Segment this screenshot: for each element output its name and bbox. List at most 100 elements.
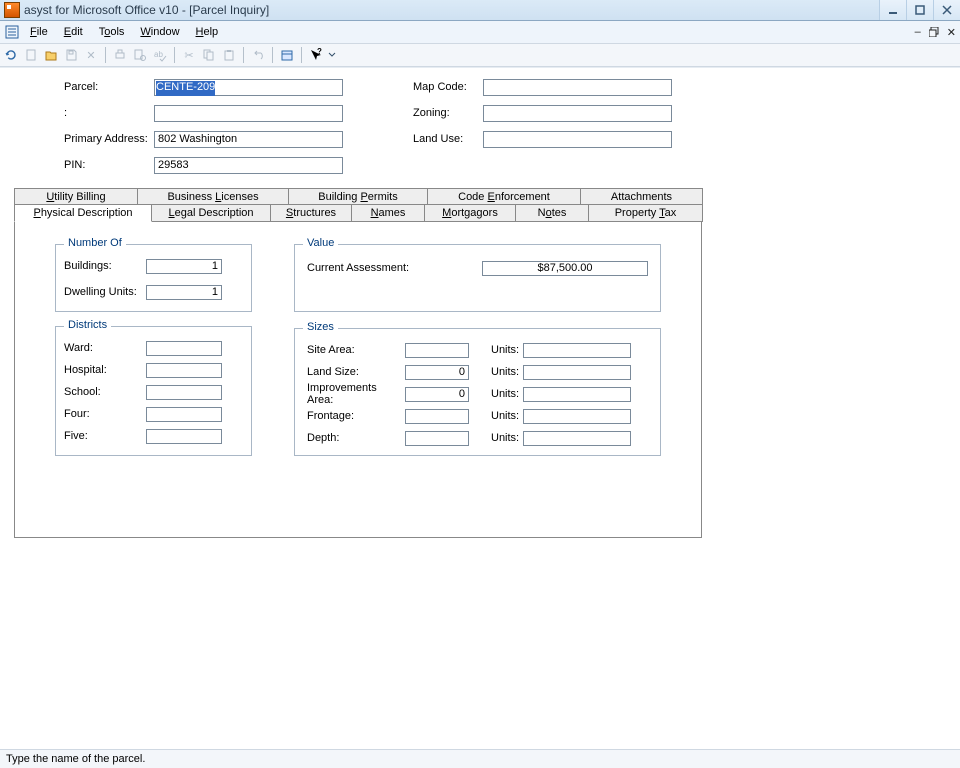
delete-icon[interactable]: ✕ bbox=[82, 46, 100, 64]
frontage-units-label: Units: bbox=[491, 410, 523, 422]
frontage-label: Frontage: bbox=[307, 410, 405, 422]
assessment-value[interactable]: $87,500.00 bbox=[482, 261, 648, 276]
five-label: Five: bbox=[64, 430, 146, 442]
tab-legal-description[interactable]: Legal Description bbox=[151, 205, 271, 222]
map-code-label: Map Code: bbox=[413, 81, 483, 93]
pin-input[interactable] bbox=[154, 157, 343, 174]
tab-code-enforcement[interactable]: Code Enforcement bbox=[427, 188, 581, 205]
primary-address-label: Primary Address: bbox=[64, 133, 154, 145]
window-title: asyst for Microsoft Office v10 - [Parcel… bbox=[24, 3, 269, 17]
improvements-units[interactable] bbox=[523, 387, 631, 402]
tab-property-tax[interactable]: Property Tax bbox=[588, 205, 703, 222]
improvements-value[interactable]: 0 bbox=[405, 387, 469, 402]
spellcheck-icon[interactable]: ab bbox=[151, 46, 169, 64]
menu-tools[interactable]: Tools bbox=[91, 21, 133, 43]
mdi-close-button[interactable]: ✕ bbox=[945, 26, 958, 39]
menubar: File Edit Tools Window Help – ✕ bbox=[0, 21, 960, 44]
mdi-minimize-button[interactable]: – bbox=[913, 26, 923, 38]
hospital-value[interactable] bbox=[146, 363, 222, 378]
land-size-label: Land Size: bbox=[307, 366, 405, 378]
tab-structures[interactable]: Structures bbox=[270, 205, 352, 222]
refresh-icon[interactable] bbox=[2, 46, 20, 64]
land-use-input[interactable] bbox=[483, 131, 672, 148]
five-value[interactable] bbox=[146, 429, 222, 444]
undo-icon[interactable] bbox=[249, 46, 267, 64]
blank-label: : bbox=[64, 107, 154, 119]
frontage-units[interactable] bbox=[523, 409, 631, 424]
primary-address-input[interactable] bbox=[154, 131, 343, 148]
dwelling-label: Dwelling Units: bbox=[64, 286, 146, 298]
cut-icon[interactable]: ✂ bbox=[180, 46, 198, 64]
site-area-units-label: Units: bbox=[491, 344, 523, 356]
value-legend: Value bbox=[303, 237, 338, 249]
four-label: Four: bbox=[64, 408, 146, 420]
menu-file[interactable]: File bbox=[22, 21, 56, 43]
tab-attachments[interactable]: Attachments bbox=[580, 188, 703, 205]
print-icon[interactable] bbox=[111, 46, 129, 64]
status-message: Type the name of the parcel. bbox=[6, 753, 145, 765]
mdi-doc-icon[interactable] bbox=[2, 22, 22, 42]
four-value[interactable] bbox=[146, 407, 222, 422]
site-area-label: Site Area: bbox=[307, 344, 405, 356]
tab-utility-billing[interactable]: Utility Billing bbox=[14, 188, 138, 205]
tab-notes[interactable]: Notes bbox=[515, 205, 589, 222]
number-of-legend: Number Of bbox=[64, 237, 126, 249]
tab-mortgagors[interactable]: Mortgagors bbox=[424, 205, 516, 222]
parcel-value: CENTE-209 bbox=[156, 81, 215, 96]
ward-value[interactable] bbox=[146, 341, 222, 356]
zoning-label: Zoning: bbox=[413, 107, 483, 119]
menu-window[interactable]: Window bbox=[132, 21, 187, 43]
site-area-value[interactable] bbox=[405, 343, 469, 358]
blank-input[interactable] bbox=[154, 105, 343, 122]
whats-this-icon[interactable]: ? bbox=[307, 46, 325, 64]
parcel-input[interactable]: CENTE-209 bbox=[154, 79, 343, 96]
buildings-value[interactable]: 1 bbox=[146, 259, 222, 274]
land-use-label: Land Use: bbox=[413, 133, 483, 145]
pin-label: PIN: bbox=[64, 159, 154, 171]
maximize-button[interactable] bbox=[906, 0, 933, 20]
group-districts: Districts Ward: Hospital: School: Four: bbox=[55, 326, 252, 456]
tab-building-permits[interactable]: Building Permits bbox=[288, 188, 428, 205]
svg-text:ab: ab bbox=[154, 50, 163, 59]
calendar-icon[interactable] bbox=[278, 46, 296, 64]
tab-content: Number Of Buildings: 1 Dwelling Units: 1… bbox=[14, 222, 702, 538]
window-controls bbox=[879, 0, 960, 20]
print-preview-icon[interactable] bbox=[131, 46, 149, 64]
tab-physical-description[interactable]: Physical Description bbox=[14, 205, 152, 222]
depth-value[interactable] bbox=[405, 431, 469, 446]
tabstrip: Utility Billing Business Licenses Buildi… bbox=[14, 188, 702, 538]
sizes-legend: Sizes bbox=[303, 321, 338, 333]
hospital-label: Hospital: bbox=[64, 364, 146, 376]
assessment-label: Current Assessment: bbox=[307, 262, 482, 274]
dwelling-value[interactable]: 1 bbox=[146, 285, 222, 300]
tab-names[interactable]: Names bbox=[351, 205, 425, 222]
zoning-input[interactable] bbox=[483, 105, 672, 122]
land-size-units[interactable] bbox=[523, 365, 631, 380]
menu-edit[interactable]: Edit bbox=[56, 21, 91, 43]
tab-business-licenses[interactable]: Business Licenses bbox=[137, 188, 289, 205]
new-icon[interactable] bbox=[22, 46, 40, 64]
site-area-units[interactable] bbox=[523, 343, 631, 358]
mdi-controls: – ✕ bbox=[913, 21, 958, 43]
copy-icon[interactable] bbox=[200, 46, 218, 64]
school-value[interactable] bbox=[146, 385, 222, 400]
workspace: Parcel: CENTE-209 : Primary Address: PIN… bbox=[0, 67, 960, 768]
toolbar-overflow-icon[interactable] bbox=[327, 46, 337, 64]
menu-help[interactable]: Help bbox=[188, 21, 227, 43]
minimize-button[interactable] bbox=[879, 0, 906, 20]
paste-icon[interactable] bbox=[220, 46, 238, 64]
land-size-value[interactable]: 0 bbox=[405, 365, 469, 380]
map-code-input[interactable] bbox=[483, 79, 672, 96]
open-icon[interactable] bbox=[42, 46, 60, 64]
save-icon[interactable] bbox=[62, 46, 80, 64]
form-header: Parcel: CENTE-209 : Primary Address: PIN… bbox=[0, 68, 960, 176]
app-icon bbox=[4, 2, 20, 18]
toolbar: ✕ ab ✂ ? bbox=[0, 44, 960, 67]
close-button[interactable] bbox=[933, 0, 960, 20]
depth-units[interactable] bbox=[523, 431, 631, 446]
mdi-restore-button[interactable] bbox=[927, 27, 941, 37]
frontage-value[interactable] bbox=[405, 409, 469, 424]
statusbar: Type the name of the parcel. bbox=[0, 749, 960, 768]
districts-legend: Districts bbox=[64, 319, 111, 331]
improvements-units-label: Units: bbox=[491, 388, 523, 400]
